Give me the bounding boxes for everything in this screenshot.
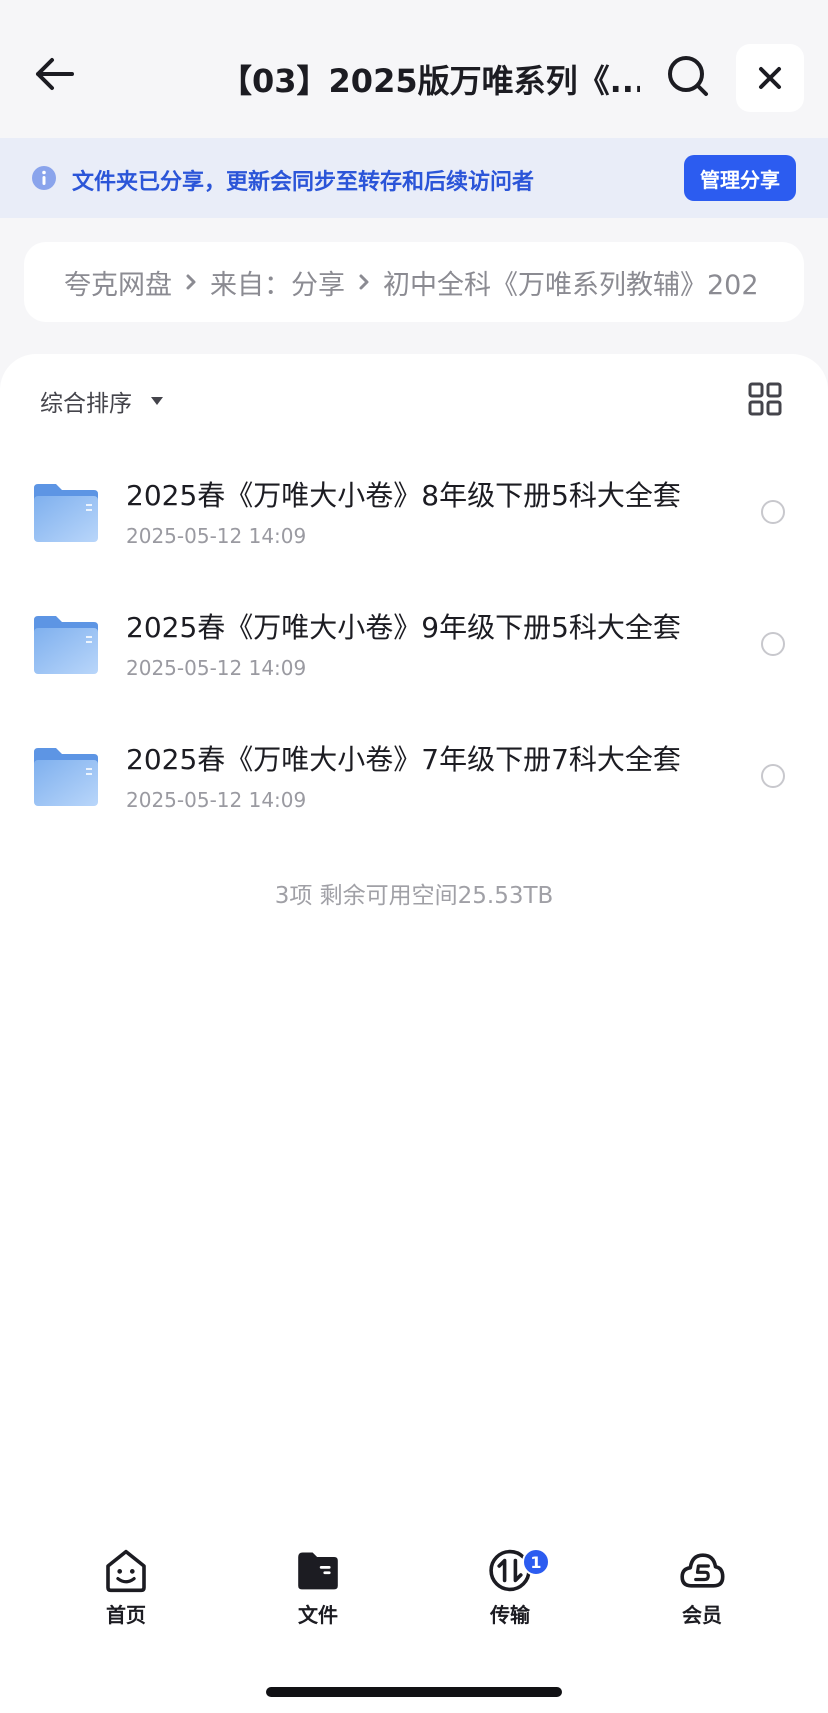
file-row[interactable]: 2025春《万唯大小卷》7年级下册7科大全套 2025-05-12 14:09 <box>0 710 828 842</box>
chevron-right-icon <box>359 274 369 290</box>
search-icon <box>668 56 708 96</box>
info-icon <box>32 166 56 190</box>
folder-icon <box>34 484 98 542</box>
file-row[interactable]: 2025春《万唯大小卷》9年级下册5科大全套 2025-05-12 14:09 <box>0 578 828 710</box>
breadcrumb-item-root[interactable]: 夸克网盘 <box>64 263 172 302</box>
select-radio[interactable] <box>761 632 785 656</box>
folder-icon <box>34 748 98 806</box>
file-date: 2025-05-12 14:09 <box>126 524 307 548</box>
file-date: 2025-05-12 14:09 <box>126 788 307 812</box>
tab-vip[interactable]: 会员 <box>642 1548 762 1628</box>
select-radio[interactable] <box>761 764 785 788</box>
file-date: 2025-05-12 14:09 <box>126 656 307 680</box>
tab-label: 传输 <box>490 1603 530 1627</box>
manage-share-button[interactable]: 管理分享 <box>684 155 796 201</box>
breadcrumb-item-share[interactable]: 来自：分享 <box>210 263 345 302</box>
folder-icon <box>34 616 98 674</box>
file-name: 2025春《万唯大小卷》9年级下册5科大全套 <box>126 611 681 644</box>
close-icon <box>759 67 781 89</box>
sort-label: 综合排序 <box>40 391 132 417</box>
share-banner-text: 文件夹已分享，更新会同步至转存和后续访问者 <box>72 170 535 195</box>
select-radio[interactable] <box>761 500 785 524</box>
tab-label: 会员 <box>682 1603 722 1627</box>
file-name: 2025春《万唯大小卷》7年级下册7科大全套 <box>126 743 681 776</box>
breadcrumb-item-folder[interactable]: 初中全科《万唯系列教辅》202 <box>383 263 759 302</box>
home-indicator <box>266 1687 562 1697</box>
cloud-vip-icon <box>680 1553 725 1588</box>
tab-label: 首页 <box>106 1603 146 1627</box>
file-name: 2025春《万唯大小卷》8年级下册5科大全套 <box>126 479 681 512</box>
arrow-left-icon <box>36 58 74 90</box>
transfer-count-badge: 1 <box>522 1548 550 1576</box>
tab-label: 文件 <box>298 1603 338 1627</box>
home-smile-icon <box>106 1549 146 1593</box>
caret-down-icon <box>151 397 163 405</box>
folder-icon <box>298 1552 338 1590</box>
back-button[interactable] <box>30 50 78 98</box>
search-button[interactable] <box>664 52 712 100</box>
tab-transfer[interactable]: 传输 <box>450 1548 570 1628</box>
chevron-right-icon <box>186 274 196 290</box>
breadcrumb: 夸克网盘 来自：分享 初中全科《万唯系列教辅》202 <box>24 242 804 322</box>
file-row[interactable]: 2025春《万唯大小卷》8年级下册5科大全套 2025-05-12 14:09 <box>0 446 828 578</box>
grid-view-icon[interactable] <box>748 382 782 416</box>
storage-summary: 3项 剩余可用空间25.53TB <box>274 883 554 909</box>
page-title: 【03】2025版万唯系列《... <box>220 62 640 100</box>
tab-home[interactable]: 首页 <box>66 1548 186 1628</box>
close-button[interactable] <box>736 44 804 112</box>
sort-dropdown[interactable]: 综合排序 <box>40 384 164 418</box>
tab-files[interactable]: 文件 <box>258 1548 378 1628</box>
